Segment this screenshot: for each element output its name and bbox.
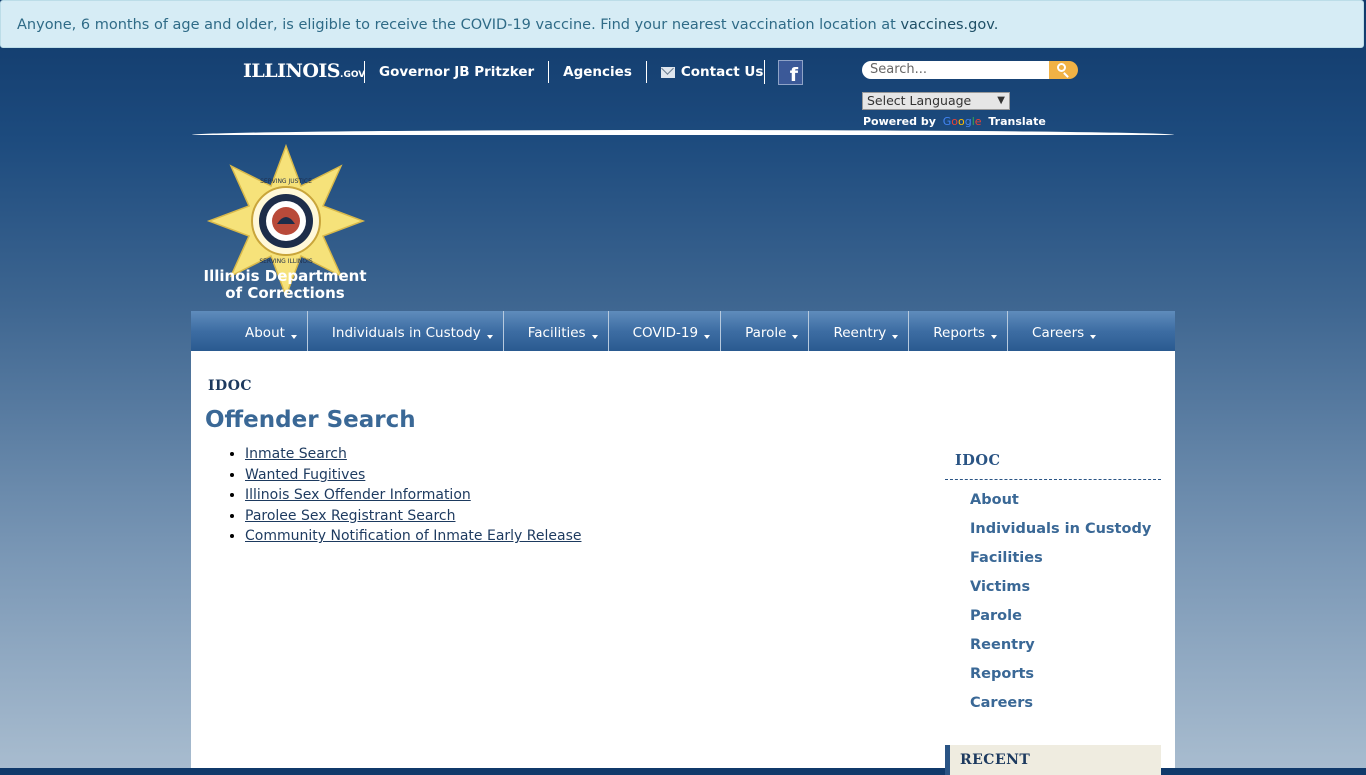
nav-about[interactable]: About: [221, 311, 308, 351]
divider: [764, 60, 765, 84]
caret-down-icon: [290, 335, 297, 339]
powered-by-label: Powered by: [863, 115, 936, 128]
agency-name-line2: of Corrections: [225, 284, 345, 302]
recent-heading: RECENT: [945, 745, 1161, 775]
alert-message: Anyone, 6 months of age and older, is el…: [17, 17, 896, 33]
seal-text-bottom: SERVING ILLINOIS: [259, 258, 313, 265]
top-header: ILLINOIS.GOV Governor JB Pritzker Agenci…: [0, 52, 1366, 132]
sidebar-item-facilities[interactable]: Facilities: [970, 544, 1161, 573]
illinois-logo-text: ILLINOIS: [243, 60, 341, 82]
mail-icon: [660, 66, 675, 78]
governor-link[interactable]: Governor JB Pritzker: [364, 61, 548, 83]
sidebar-item-victims[interactable]: Victims: [970, 573, 1161, 602]
agency-name: Illinois Department of Corrections: [200, 268, 370, 302]
offender-search-links: Inmate Search Wanted Fugitives Illinois …: [205, 444, 581, 547]
sidebar-item-parole[interactable]: Parole: [970, 602, 1161, 631]
list-item: Wanted Fugitives: [245, 465, 581, 486]
agency-name-line1: Illinois Department: [203, 267, 367, 285]
contact-us-label: Contact Us: [680, 64, 764, 80]
caret-down-icon: [704, 335, 711, 339]
agencies-link[interactable]: Agencies: [548, 61, 646, 83]
powered-by-google-translate: Powered by Google Translate: [863, 115, 1046, 128]
chevron-down-icon: ▼: [997, 95, 1005, 106]
sex-offender-info-link[interactable]: Illinois Sex Offender Information: [245, 487, 471, 503]
main-content: IDOC Offender Search Inmate Search Wante…: [191, 351, 1175, 775]
inmate-search-link[interactable]: Inmate Search: [245, 446, 347, 462]
caret-down-icon: [1090, 335, 1097, 339]
list-item: Community Notification of Inmate Early R…: [245, 526, 581, 547]
vaccines-link[interactable]: vaccines.gov.: [900, 17, 998, 33]
sidebar-item-careers[interactable]: Careers: [970, 689, 1161, 718]
search-button[interactable]: [1049, 61, 1078, 79]
nav-reports[interactable]: Reports: [909, 311, 1009, 351]
illinois-gov-logo[interactable]: ILLINOIS.GOV: [243, 60, 365, 82]
list-item: Illinois Sex Offender Information: [245, 485, 581, 506]
nav-parole[interactable]: Parole: [721, 311, 810, 351]
illinois-logo-suffix: .GOV: [340, 70, 366, 80]
nav-individuals-in-custody[interactable]: Individuals in Custody: [308, 311, 504, 351]
early-release-notification-link[interactable]: Community Notification of Inmate Early R…: [245, 528, 581, 544]
translate-label: Translate: [988, 115, 1046, 128]
list-item: Inmate Search: [245, 444, 581, 465]
sidebar-list: About Individuals in Custody Facilities …: [945, 480, 1161, 718]
sidebar: IDOC About Individuals in Custody Facili…: [945, 446, 1161, 718]
caret-down-icon: [892, 335, 899, 339]
seal-text-top: SERVING JUSTICE: [260, 178, 312, 185]
covid-alert-banner: Anyone, 6 months of age and older, is el…: [0, 0, 1364, 48]
nav-covid-19[interactable]: COVID-19: [609, 311, 722, 351]
caret-down-icon: [792, 335, 799, 339]
caret-down-icon: [591, 335, 598, 339]
sidebar-item-about[interactable]: About: [970, 486, 1161, 515]
caret-down-icon: [486, 335, 493, 339]
list-item: Parolee Sex Registrant Search: [245, 506, 581, 527]
main-nav: About Individuals in Custody Facilities …: [191, 311, 1175, 351]
top-links: Governor JB Pritzker Agencies Contact Us: [364, 60, 777, 84]
language-select-value: Select Language: [867, 93, 972, 108]
caret-down-icon: [991, 335, 998, 339]
breadcrumb[interactable]: IDOC: [208, 378, 252, 394]
contact-us-link[interactable]: Contact Us: [645, 61, 778, 83]
wanted-fugitives-link[interactable]: Wanted Fugitives: [245, 467, 365, 483]
facebook-icon[interactable]: f: [778, 60, 803, 85]
nav-careers[interactable]: Careers: [1008, 311, 1106, 351]
sidebar-item-reports[interactable]: Reports: [970, 660, 1161, 689]
nav-reentry[interactable]: Reentry: [809, 311, 910, 351]
google-logo[interactable]: Google: [943, 115, 982, 128]
page-title: Offender Search: [205, 407, 416, 433]
parolee-registrant-search-link[interactable]: Parolee Sex Registrant Search: [245, 508, 455, 524]
search-icon: [1057, 63, 1066, 72]
sidebar-title[interactable]: IDOC: [945, 446, 1161, 480]
sidebar-item-individuals-in-custody[interactable]: Individuals in Custody: [970, 515, 1161, 544]
search-input[interactable]: Search...: [862, 61, 1050, 79]
alert-text: Anyone, 6 months of age and older, is el…: [17, 17, 998, 33]
nav-facilities[interactable]: Facilities: [504, 311, 609, 351]
header-stripe: [192, 130, 1174, 135]
sidebar-item-reentry[interactable]: Reentry: [970, 631, 1161, 660]
language-select[interactable]: Select Language ▼: [862, 92, 1010, 110]
